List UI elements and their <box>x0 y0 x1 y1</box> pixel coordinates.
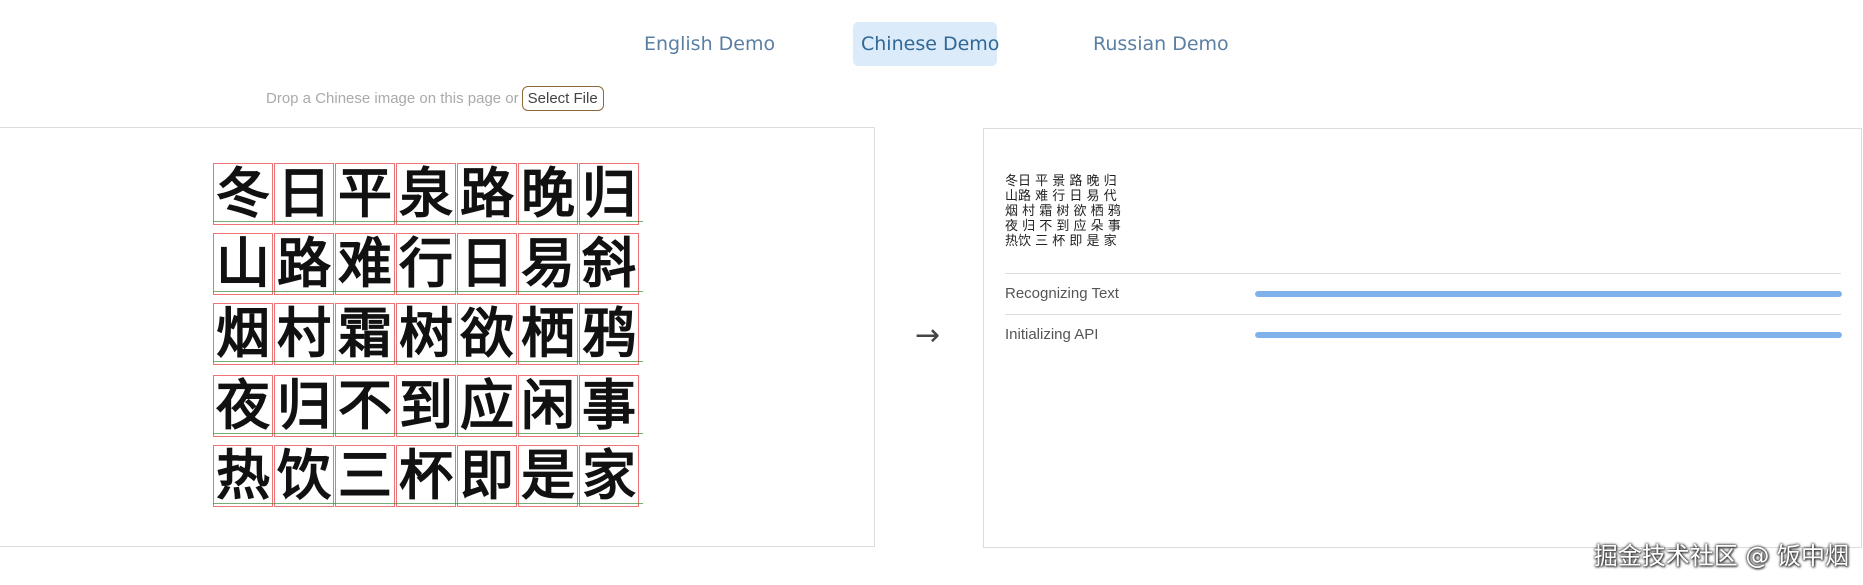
ocr-baseline <box>213 433 643 434</box>
demo-tabs: English Demo Chinese Demo Russian Demo <box>0 22 1863 68</box>
ocr-char-box: 晚 <box>518 163 578 225</box>
select-file-button[interactable]: Select File <box>521 85 604 111</box>
ocr-baseline <box>213 221 643 222</box>
progress-bar <box>1255 332 1842 338</box>
progress-fill <box>1255 291 1842 297</box>
ocr-char-box: 归 <box>274 375 334 437</box>
divider <box>1005 273 1841 274</box>
recognized-text: 冬日 平 景 路 晚 归 山路 难 行 日 易 代 烟 村 霜 树 欲 栖 鸦 … <box>1005 174 1121 249</box>
ocr-char-box: 闲 <box>518 375 578 437</box>
ocr-char-box: 夜 <box>213 375 273 437</box>
ocr-char-box: 热 <box>213 445 273 507</box>
drop-zone-prompt: Drop a Chinese image on this page or Sel… <box>266 83 604 113</box>
ocr-image: 冬日平泉路晚归山路难行日易斜烟村霜树欲栖鸦夜归不到应闲事热饮三杯即是家 <box>213 163 643 523</box>
ocr-text-line: 热饮三杯即是家 <box>213 445 643 511</box>
watermark: 掘金技术社区 @ 饭中烟 <box>1593 542 1849 570</box>
ocr-char-box: 难 <box>335 233 395 295</box>
status-label: Recognizing Text <box>1005 285 1119 302</box>
ocr-char-box: 应 <box>457 375 517 437</box>
ocr-char-box: 事 <box>579 375 639 437</box>
ocr-char-box: 路 <box>457 163 517 225</box>
ocr-char-box: 日 <box>274 163 334 225</box>
arrow-right-icon: → <box>915 318 941 353</box>
ocr-char-box: 归 <box>579 163 639 225</box>
ocr-char-box: 冬 <box>213 163 273 225</box>
ocr-text-line: 冬日平泉路晚归 <box>213 163 643 229</box>
ocr-char-box: 到 <box>396 375 456 437</box>
ocr-baseline <box>213 503 643 504</box>
output-panel: 冬日 平 景 路 晚 归 山路 难 行 日 易 代 烟 村 霜 树 欲 栖 鸦 … <box>983 128 1862 548</box>
ocr-char-box: 山 <box>213 233 273 295</box>
ocr-char-box: 霜 <box>335 303 395 365</box>
ocr-char-box: 饮 <box>274 445 334 507</box>
status-row-initializing: Initializing API <box>1005 316 1842 356</box>
tab-english-demo[interactable]: English Demo <box>634 22 785 66</box>
ocr-char-box: 不 <box>335 375 395 437</box>
ocr-char-box: 即 <box>457 445 517 507</box>
ocr-text-line: 山路难行日易斜 <box>213 233 643 299</box>
divider <box>1005 314 1841 315</box>
ocr-text-line: 烟村霜树欲栖鸦 <box>213 303 643 369</box>
ocr-char-box: 三 <box>335 445 395 507</box>
progress-fill <box>1255 332 1842 338</box>
ocr-char-box: 树 <box>396 303 456 365</box>
ocr-char-box: 斜 <box>579 233 639 295</box>
ocr-char-box: 村 <box>274 303 334 365</box>
ocr-char-box: 泉 <box>396 163 456 225</box>
ocr-baseline <box>213 361 643 362</box>
input-image-panel: 冬日平泉路晚归山路难行日易斜烟村霜树欲栖鸦夜归不到应闲事热饮三杯即是家 <box>0 127 875 547</box>
ocr-char-box: 欲 <box>457 303 517 365</box>
drop-instructions: Drop a Chinese image on this page or <box>266 89 519 107</box>
ocr-char-box: 易 <box>518 233 578 295</box>
ocr-char-box: 鸦 <box>579 303 639 365</box>
tab-chinese-demo[interactable]: Chinese Demo <box>853 22 999 66</box>
ocr-char-box: 平 <box>335 163 395 225</box>
ocr-char-box: 是 <box>518 445 578 507</box>
status-row-recognizing: Recognizing Text <box>1005 275 1842 315</box>
ocr-char-box: 日 <box>457 233 517 295</box>
ocr-char-box: 杯 <box>396 445 456 507</box>
ocr-char-box: 烟 <box>213 303 273 365</box>
ocr-text-line: 夜归不到应闲事 <box>213 375 643 441</box>
ocr-char-box: 路 <box>274 233 334 295</box>
ocr-baseline <box>213 291 643 292</box>
progress-bar <box>1255 291 1842 297</box>
status-label: Initializing API <box>1005 326 1099 343</box>
ocr-char-box: 栖 <box>518 303 578 365</box>
ocr-char-box: 家 <box>579 445 639 507</box>
tab-russian-demo[interactable]: Russian Demo <box>1083 22 1239 66</box>
ocr-char-box: 行 <box>396 233 456 295</box>
